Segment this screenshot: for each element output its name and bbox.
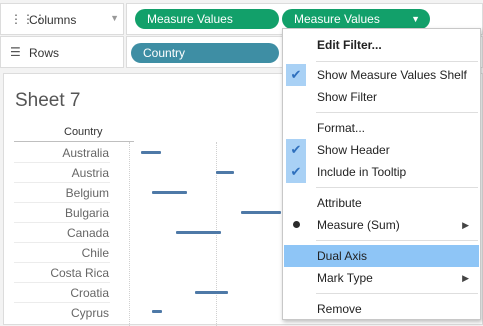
row-label-cyprus[interactable]: Cyprus xyxy=(9,306,109,320)
bar-mark-australia[interactable] xyxy=(141,151,161,154)
bar-mark-austria[interactable] xyxy=(216,171,234,174)
menu-item-label: Edit Filter... xyxy=(317,38,382,52)
menu-item-show-header[interactable]: ✔ Show Header xyxy=(284,139,479,161)
row-label-costa-rica[interactable]: Costa Rica xyxy=(9,266,109,280)
country-pill[interactable]: Country xyxy=(131,43,279,63)
menu-separator xyxy=(316,240,478,241)
bar-mark-belgium[interactable] xyxy=(152,191,187,194)
measure-values-pill-active[interactable]: Measure Values ▼ xyxy=(282,9,430,29)
pill-context-menu: Edit Filter... ✔ Show Measure Values She… xyxy=(282,28,481,320)
menu-item-label: Measure (Sum) xyxy=(317,218,400,232)
checkmark-icon: ✔ xyxy=(286,139,306,161)
checkmark-icon: ✔ xyxy=(286,161,306,183)
row-label-croatia[interactable]: Croatia xyxy=(9,286,109,300)
row-divider xyxy=(14,242,110,243)
menu-item-dual-axis[interactable]: Dual Axis xyxy=(284,245,479,267)
menu-item-measure-sum[interactable]: Measure (Sum) ▶ xyxy=(284,214,479,236)
submenu-arrow-icon: ▶ xyxy=(462,273,469,283)
row-label-belgium[interactable]: Belgium xyxy=(9,186,109,200)
pill-label: Country xyxy=(143,46,186,60)
menu-item-include-in-tooltip[interactable]: ✔ Include in Tooltip xyxy=(284,161,479,183)
menu-item-edit-filter[interactable]: Edit Filter... xyxy=(284,34,479,56)
menu-item-label: Show Measure Values Shelf xyxy=(317,68,467,82)
menu-item-label: Show Filter xyxy=(317,90,378,104)
row-divider xyxy=(14,202,110,203)
header-divider xyxy=(14,141,134,142)
bar-mark-croatia[interactable] xyxy=(195,291,228,294)
row-label-austria[interactable]: Austria xyxy=(9,166,109,180)
pill-label: Measure Values xyxy=(294,12,380,26)
menu-item-remove[interactable]: Remove xyxy=(284,298,479,320)
bar-mark-canada[interactable] xyxy=(176,231,221,234)
menu-item-show-filter[interactable]: Show Filter xyxy=(284,86,479,108)
row-divider xyxy=(14,162,110,163)
bar-mark-bulgaria[interactable] xyxy=(241,211,281,214)
menu-item-show-measure-values-shelf[interactable]: ✔ Show Measure Values Shelf xyxy=(284,64,479,86)
menu-item-mark-type[interactable]: Mark Type ▶ xyxy=(284,267,479,289)
rows-shelf-label[interactable]: ☰ Rows xyxy=(0,36,124,68)
measure-values-pill[interactable]: Measure Values xyxy=(135,9,279,29)
chevron-down-icon[interactable]: ▼ xyxy=(110,13,119,23)
grid-line xyxy=(216,142,217,326)
menu-separator xyxy=(316,293,478,294)
menu-item-format[interactable]: Format... xyxy=(284,117,479,139)
menu-item-label: Include in Tooltip xyxy=(317,165,407,179)
pill-dropdown-icon[interactable]: ▼ xyxy=(411,9,420,29)
menu-item-label: Attribute xyxy=(317,196,362,210)
radio-selected-icon xyxy=(293,221,300,228)
row-divider xyxy=(14,222,110,223)
row-divider xyxy=(14,262,110,263)
columns-shelf-label[interactable]: ⋮⋮⋮ Columns ▼ xyxy=(0,3,124,35)
row-label-australia[interactable]: Australia xyxy=(9,146,109,160)
menu-separator xyxy=(316,187,478,188)
sheet-title: Sheet 7 xyxy=(15,90,81,111)
menu-item-label: Dual Axis xyxy=(317,249,368,263)
grid-line xyxy=(129,142,130,326)
row-header-country[interactable]: Country xyxy=(64,126,103,138)
row-label-bulgaria[interactable]: Bulgaria xyxy=(9,206,109,220)
rows-icon: ☰ xyxy=(10,45,21,59)
checkmark-icon: ✔ xyxy=(286,64,306,86)
menu-item-label: Mark Type xyxy=(317,271,373,285)
columns-label: Columns xyxy=(29,13,77,27)
row-divider xyxy=(14,282,110,283)
rows-label: Rows xyxy=(29,46,60,60)
submenu-arrow-icon: ▶ xyxy=(462,220,469,230)
bar-mark-cyprus[interactable] xyxy=(152,310,162,313)
row-label-chile[interactable]: Chile xyxy=(9,246,109,260)
menu-separator xyxy=(316,61,478,62)
row-divider xyxy=(14,182,110,183)
row-label-canada[interactable]: Canada xyxy=(9,226,109,240)
menu-item-label: Show Header xyxy=(317,143,390,157)
menu-item-label: Remove xyxy=(317,302,362,316)
row-divider xyxy=(14,302,110,303)
menu-item-attribute[interactable]: Attribute xyxy=(284,192,479,214)
menu-item-label: Format... xyxy=(317,121,366,135)
pill-label: Measure Values xyxy=(147,12,233,26)
menu-separator xyxy=(316,112,478,113)
